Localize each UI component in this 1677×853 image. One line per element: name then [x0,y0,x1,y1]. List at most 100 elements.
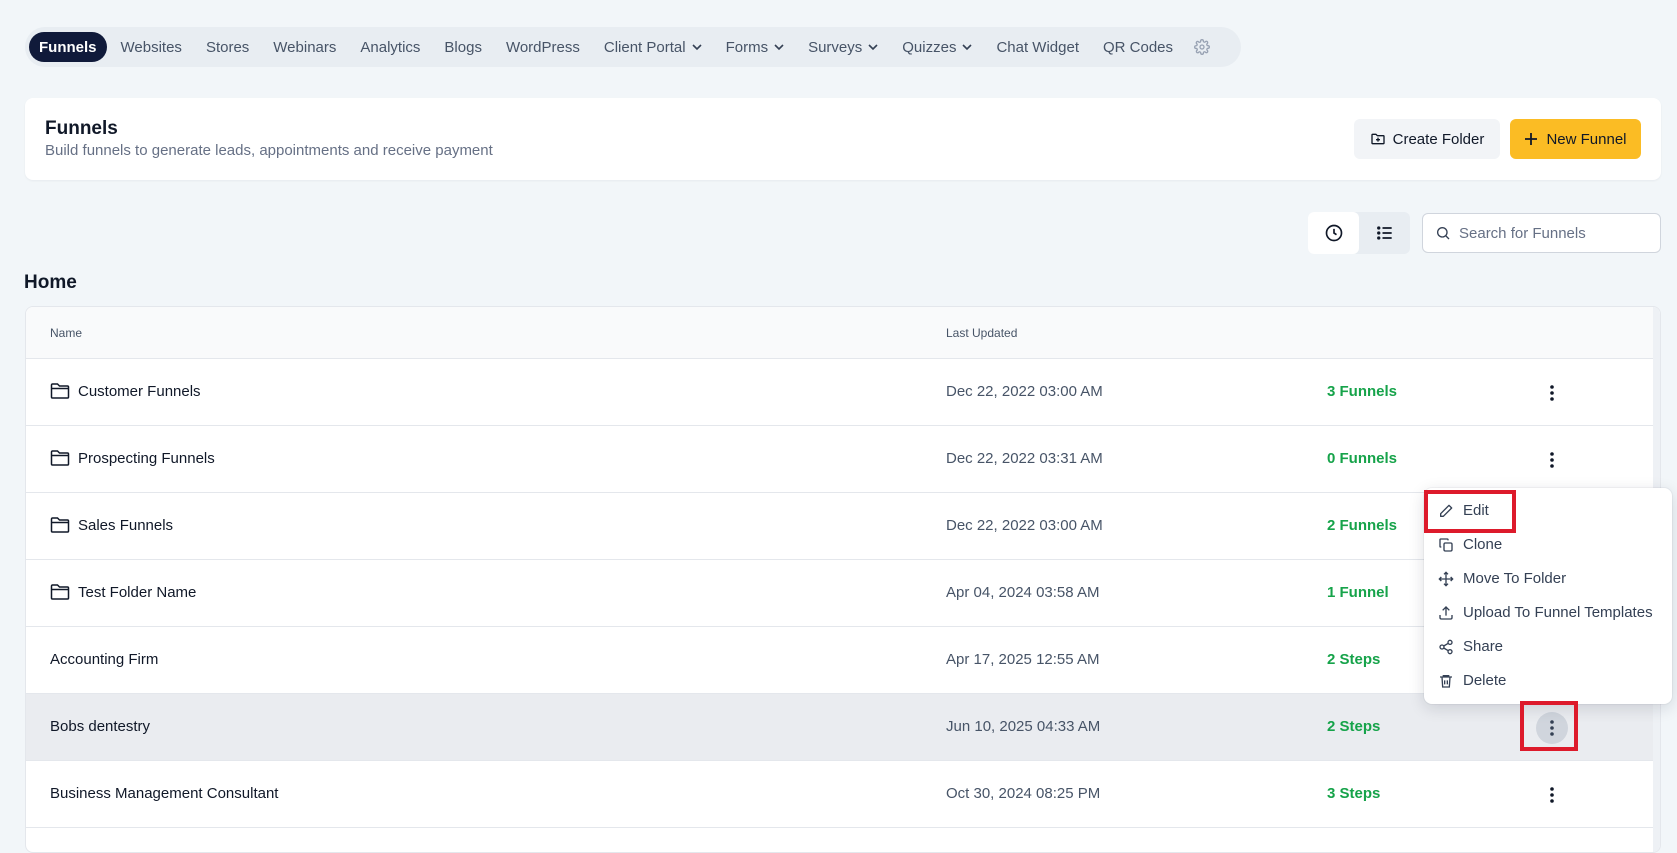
row-name: Test Folder Name [50,583,197,601]
top-nav: Funnels Websites Stores Webinars Analyti… [25,27,1241,67]
nav-tab-wordpress[interactable]: WordPress [496,32,590,62]
list-icon [1375,223,1395,243]
nav-tab-funnels[interactable]: Funnels [29,32,107,62]
folder-icon [50,449,70,467]
column-header-last-updated: Last Updated [946,326,1018,340]
page-title: Funnels [45,118,118,139]
table-row[interactable]: Prospecting Funnels Dec 22, 2022 03:31 A… [26,426,1660,493]
row-date: Apr 17, 2025 12:55 AM [946,651,1100,668]
table-header: Name Last Updated [26,307,1660,359]
row-actions-button[interactable] [1536,444,1568,476]
row-name: Customer Funnels [50,382,201,400]
nav-settings-button[interactable] [1187,32,1217,62]
row-actions-button[interactable] [1536,712,1568,744]
menu-item-label: Upload To Funnel Templates [1463,604,1653,621]
row-name-text: Sales Funnels [78,517,174,534]
menu-item-share[interactable]: Share [1438,638,1503,655]
nav-tab-label: Client Portal [603,38,686,56]
table-row[interactable]: Sales Funnels Dec 22, 2022 03:00 AM 2 Fu… [26,493,1660,560]
folder-icon [50,382,70,400]
row-name: Accounting Firm [50,651,158,668]
row-count: 3 Steps [1327,785,1381,802]
nav-tab-label: Stores [205,38,250,56]
nav-tab-blogs[interactable]: Blogs [434,32,492,62]
search-box [1422,213,1661,253]
chevron-down-icon [692,42,702,52]
page-subtitle: Build funnels to generate leads, appoint… [45,142,493,159]
row-count: 3 Funnels [1327,383,1398,400]
menu-item-move-to-folder[interactable]: Move To Folder [1438,570,1566,587]
menu-item-label: Share [1463,638,1504,655]
table-row[interactable]: Business Management Consultant Oct 30, 2… [26,761,1660,828]
nav-tab-label: Webinars [273,38,337,56]
nav-tab-quizzes[interactable]: Quizzes [892,32,982,62]
nav-tab-chat-widget[interactable]: Chat Widget [986,32,1089,62]
move-icon [1438,570,1454,587]
pencil-icon [1438,503,1454,519]
chevron-down-icon [774,42,784,52]
row-count: 1 Funnel [1327,584,1389,601]
row-name: Business Management Consultant [50,785,278,802]
row-name-text: Accounting Firm [50,651,159,668]
row-date: Jun 10, 2025 04:33 AM [946,718,1101,735]
row-name-text: Bobs dentestry [50,718,151,735]
menu-item-upload-to-templates[interactable]: Upload To Funnel Templates [1438,604,1653,621]
row-name-text: Prospecting Funnels [78,450,215,467]
row-count: 2 Steps [1327,651,1381,668]
folder-icon [50,583,70,601]
row-name-text: Test Folder Name [78,584,197,601]
section-title: Home [24,272,77,293]
new-funnel-button[interactable]: New Funnel [1510,119,1641,159]
nav-tab-client-portal[interactable]: Client Portal [594,32,712,62]
nav-tab-surveys[interactable]: Surveys [798,32,888,62]
nav-tab-qr-codes[interactable]: QR Codes [1093,32,1183,62]
menu-item-label: Delete [1463,672,1507,689]
row-count: 0 Funnels [1327,450,1398,467]
menu-item-clone[interactable]: Clone [1438,536,1502,553]
folder-plus-icon [1370,131,1386,147]
folder-icon [50,516,70,534]
nav-tab-label: Blogs [444,38,482,56]
nav-tab-websites[interactable]: Websites [111,32,192,62]
nav-tab-forms[interactable]: Forms [716,32,795,62]
column-header-name: Name [50,326,83,340]
row-date: Dec 22, 2022 03:00 AM [946,517,1103,534]
menu-item-label: Move To Folder [1463,570,1567,587]
nav-tab-stores[interactable]: Stores [196,32,259,62]
copy-icon [1438,537,1454,553]
table-row[interactable]: Customer Funnels Dec 22, 2022 03:00 AM 3… [26,359,1660,426]
trash-icon [1438,673,1454,689]
nav-tab-webinars[interactable]: Webinars [263,32,346,62]
menu-item-delete[interactable]: Delete [1438,672,1506,689]
create-folder-button[interactable]: Create Folder [1354,119,1500,159]
list-view-button[interactable] [1359,212,1410,254]
nav-tab-analytics[interactable]: Analytics [350,32,430,62]
nav-tab-label: Surveys [808,38,863,56]
chevron-down-icon [868,42,878,52]
funnels-table: Name Last Updated Customer Funnels Dec 2… [25,306,1661,853]
page-header-card: Funnels Build funnels to generate leads,… [25,98,1661,180]
row-actions-button[interactable] [1536,779,1568,811]
chevron-down-icon [962,42,973,52]
row-actions-button[interactable] [1536,377,1568,409]
table-row[interactable]: Bobs dentestry Jun 10, 2025 04:33 AM 2 S… [26,694,1660,761]
row-count: 2 Funnels [1327,517,1398,534]
table-row[interactable]: Test Folder Name Apr 04, 2024 03:58 AM 1… [26,560,1660,627]
plus-icon [1524,132,1538,146]
nav-tab-label: Quizzes [902,38,957,56]
kebab-icon [1550,720,1554,736]
row-date: Oct 30, 2024 08:25 PM [946,785,1101,802]
recent-view-button[interactable] [1308,212,1359,254]
nav-tab-label: Funnels [39,38,97,56]
search-input[interactable] [1459,224,1649,242]
row-actions-menu: Edit Clone Move To Folder Upload To Funn… [1424,488,1672,704]
new-funnel-label: New Funnel [1546,130,1627,148]
menu-item-edit[interactable]: Edit [1438,502,1489,519]
row-date: Dec 22, 2022 03:00 AM [946,383,1103,400]
row-name-text: Business Management Consultant [50,785,279,802]
table-row[interactable]: Accounting Firm Apr 17, 2025 12:55 AM 2 … [26,627,1660,694]
nav-tab-label: QR Codes [1103,38,1174,56]
nav-tab-label: Websites [120,38,182,56]
gear-icon [1194,39,1210,55]
nav-tab-label: Analytics [360,38,421,56]
